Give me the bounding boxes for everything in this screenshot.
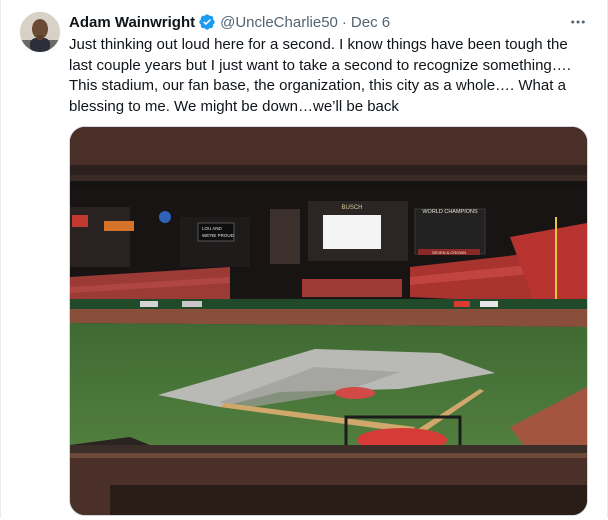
tweet-date[interactable]: Dec 6 [351, 14, 390, 31]
lou-sign-line1: LOU AND [202, 226, 223, 231]
avatar-image [20, 12, 60, 52]
tweet-photo[interactable]: BUSCH WORLD CHAMPIONS LOU AND WE'RE PROU… [69, 126, 588, 516]
stadium-photo: BUSCH WORLD CHAMPIONS LOU AND WE'RE PROU… [70, 127, 587, 515]
seven-crown-sign: SEVEN & CROWN [432, 250, 466, 255]
verified-badge-icon [198, 13, 216, 31]
author-handle[interactable]: @UncleCharlie50 [220, 14, 338, 31]
header-separator: · [341, 13, 347, 31]
tweet-card[interactable]: Adam Wainwright @UncleCharlie50 · Dec 6 … [0, 0, 608, 518]
tweet-text: Just thinking out loud here for a second… [69, 36, 571, 115]
tweet-header: Adam Wainwright @UncleCharlie50 · Dec 6 [69, 12, 390, 32]
lou-sign-line2: WE'RE PROUD [202, 233, 235, 238]
busch-sign: BUSCH [341, 205, 362, 211]
author-avatar[interactable] [20, 12, 60, 52]
world-champions-sign: WORLD CHAMPIONS [422, 209, 478, 215]
more-horizontal-icon[interactable] [567, 12, 589, 32]
author-name[interactable]: Adam Wainwright [69, 14, 195, 31]
